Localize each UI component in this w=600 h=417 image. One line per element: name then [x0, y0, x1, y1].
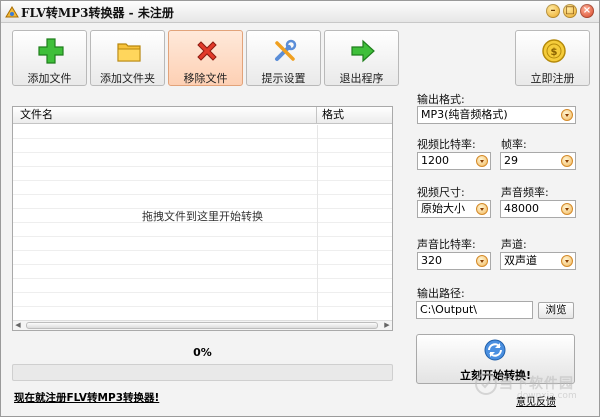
tip-settings-button[interactable]: 提示设置 [246, 30, 321, 86]
close-button[interactable]: × [580, 4, 594, 18]
audio-sample-rate-value: 48000 [504, 202, 539, 215]
app-window: FLV转MP3转换器 - 未注册 – □ × 添加文件 添加文件夹 移除文件 提… [0, 0, 600, 417]
register-link[interactable]: 现在就注册FLV转MP3转换器! [14, 390, 159, 405]
scroll-left-icon[interactable]: ◀ [13, 321, 23, 330]
chevron-down-icon [476, 155, 488, 167]
maximize-button[interactable]: □ [563, 4, 577, 18]
channel-label: 声道: [501, 238, 527, 251]
watermark-logo-icon [475, 373, 497, 395]
channel-value: 双声道 [504, 254, 537, 267]
file-list-header: 文件名 格式 [13, 107, 392, 124]
file-list[interactable]: 文件名 格式 拖拽文件到这里开始转换 ◀ ▶ [12, 106, 393, 331]
plus-icon [38, 38, 64, 64]
chevron-down-icon [476, 203, 488, 215]
tools-icon [275, 39, 297, 61]
remove-file-label: 移除文件 [183, 72, 228, 85]
coin-icon: $ [542, 39, 566, 63]
output-path-label: 输出路径: [417, 287, 465, 300]
chevron-down-icon [561, 109, 573, 121]
window-title: FLV转MP3转换器 - 未注册 [21, 6, 174, 20]
browse-button[interactable]: 浏览 [538, 302, 574, 319]
add-folder-button[interactable]: 添加文件夹 [90, 30, 165, 86]
register-now-label: 立即注册 [530, 72, 575, 85]
audio-sample-rate-select[interactable]: 48000 [500, 200, 576, 218]
video-bitrate-label: 视频比特率: [417, 138, 476, 151]
title-bar[interactable]: FLV转MP3转换器 - 未注册 – □ × [1, 1, 599, 23]
progress-bar [12, 364, 393, 381]
exit-program-button[interactable]: 退出程序 [324, 30, 399, 86]
exit-program-label: 退出程序 [339, 72, 384, 85]
video-bitrate-select[interactable]: 1200 [417, 152, 491, 170]
scroll-thumb[interactable] [26, 322, 378, 329]
video-size-select[interactable]: 原始大小 [417, 200, 491, 218]
video-size-label: 视频尺寸: [417, 186, 465, 199]
convert-refresh-icon [484, 339, 506, 361]
frame-rate-label: 帧率: [501, 138, 527, 151]
column-filename[interactable]: 文件名 [13, 107, 317, 124]
output-format-select[interactable]: MP3(纯音频格式) [417, 106, 576, 124]
folder-icon [117, 43, 141, 62]
exit-arrow-icon [351, 39, 375, 63]
close-icon: × [582, 5, 592, 16]
audio-sample-rate-label: 声音频率: [501, 186, 549, 199]
app-logo-icon [5, 6, 19, 18]
video-bitrate-value: 1200 [421, 154, 449, 167]
chevron-down-icon [561, 255, 573, 267]
column-format[interactable]: 格式 [317, 107, 392, 124]
chevron-down-icon [561, 155, 573, 167]
remove-file-button[interactable]: 移除文件 [168, 30, 243, 86]
watermark-text-cn: 当下软件园 [499, 376, 574, 392]
chevron-down-icon [476, 255, 488, 267]
audio-bitrate-label: 声音比特率: [417, 238, 476, 251]
output-format-label: 输出格式: [417, 93, 465, 106]
tip-settings-label: 提示设置 [261, 72, 306, 85]
video-size-value: 原始大小 [421, 202, 465, 215]
audio-bitrate-value: 320 [421, 254, 442, 267]
add-file-label: 添加文件 [27, 72, 72, 85]
output-format-value: MP3(纯音频格式) [421, 108, 508, 121]
scroll-right-icon[interactable]: ▶ [382, 321, 392, 330]
maximize-icon: □ [565, 5, 575, 16]
chevron-down-icon [561, 203, 573, 215]
minimize-button[interactable]: – [546, 4, 560, 18]
drop-hint: 拖拽文件到这里开始转换 [142, 210, 263, 223]
horizontal-scrollbar[interactable]: ◀ ▶ [13, 320, 392, 330]
channel-select[interactable]: 双声道 [500, 252, 576, 270]
output-path-input[interactable]: C:\Output\ [416, 301, 533, 319]
minimize-icon: – [550, 5, 556, 16]
frame-rate-value: 29 [504, 154, 518, 167]
svg-text:$: $ [551, 47, 558, 58]
frame-rate-select[interactable]: 29 [500, 152, 576, 170]
add-folder-label: 添加文件夹 [100, 72, 155, 85]
progress-percent: 0% [193, 346, 212, 359]
register-now-button[interactable]: $ 立即注册 [515, 30, 590, 86]
feedback-link[interactable]: 意见反馈 [516, 393, 556, 408]
add-file-button[interactable]: 添加文件 [12, 30, 87, 86]
remove-x-icon [197, 41, 217, 61]
audio-bitrate-select[interactable]: 320 [417, 252, 491, 270]
